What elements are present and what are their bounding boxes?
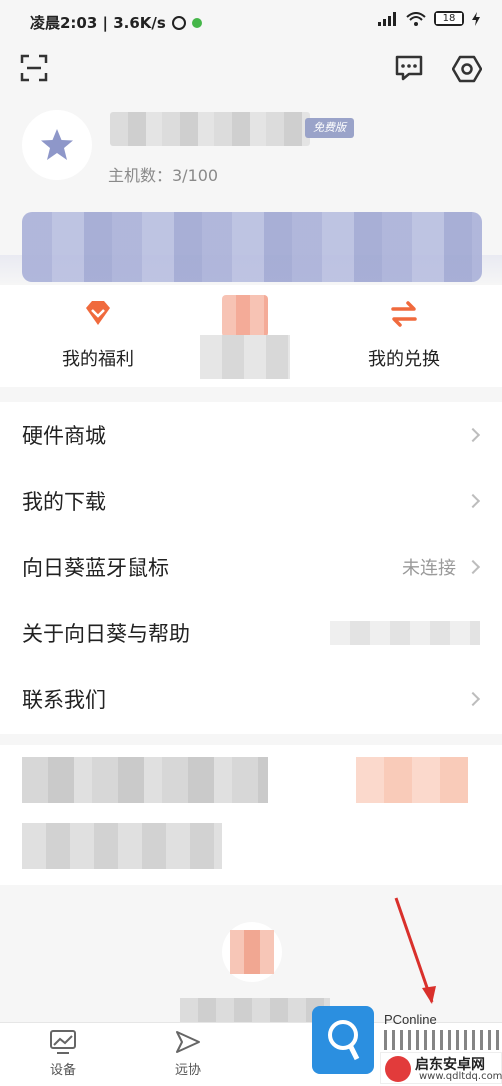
promo-subtitle-blurred <box>22 823 222 869</box>
chevron-right-icon <box>465 427 481 443</box>
quick-actions-panel: 我的福利 我的兑换 <box>0 285 502 387</box>
diamond-icon <box>86 301 110 325</box>
center-tab-button[interactable] <box>222 922 282 982</box>
alarm-icon <box>171 15 186 30</box>
version-info-blurred <box>330 621 480 645</box>
annotation-arrow-icon <box>394 897 436 1004</box>
magnifier-icon <box>328 1020 360 1061</box>
settings-menu: 硬件商城 我的下载 向日葵蓝牙鼠标 未连接 关于向日葵与帮助 联系我们 <box>0 402 502 734</box>
status-right: 18 <box>378 11 480 26</box>
promo-title-blurred <box>22 757 268 803</box>
menu-item-label: 关于向日葵与帮助 <box>22 622 190 646</box>
exchange-icon <box>391 301 417 327</box>
star-icon <box>41 129 73 160</box>
menu-item-bluetooth-mouse[interactable]: 向日葵蓝牙鼠标 未连接 <box>0 534 502 600</box>
chevron-right-icon <box>465 493 481 509</box>
tab-remote-label: 远协 <box>174 1063 201 1078</box>
connection-status: 未连接 <box>402 558 456 579</box>
menu-item-about-help[interactable]: 关于向日葵与帮助 <box>0 600 502 666</box>
menu-item-label: 联系我们 <box>22 688 106 712</box>
charging-icon <box>472 11 480 26</box>
promo-section-blurred <box>0 745 502 885</box>
battery-icon: 18 <box>434 11 464 26</box>
site-logo-icon <box>385 1056 411 1082</box>
status-time-speed: 凌晨2:03 | 3.6K/s <box>30 14 166 32</box>
profile-page: 凌晨2:03 | 3.6K/s 18 免费版 主机数：3/100 我的福利 我的… <box>0 0 502 1086</box>
center-promo-label-blurred <box>200 335 290 379</box>
username-blurred <box>110 112 310 146</box>
message-icon[interactable] <box>395 54 423 82</box>
signal-icon <box>378 11 396 26</box>
my-welfare-label: 我的福利 <box>62 349 134 370</box>
membership-banner-blurred[interactable] <box>22 212 482 282</box>
scan-icon[interactable] <box>20 54 48 82</box>
promo-image-blurred <box>356 757 468 803</box>
site-watermark: 启东安卓网 www.qdltdq.com <box>380 1052 502 1084</box>
chevron-right-icon <box>465 559 481 575</box>
menu-item-label: 向日葵蓝牙鼠标 <box>22 556 169 580</box>
chevron-right-icon <box>465 691 481 707</box>
my-welfare-button[interactable]: 我的福利 <box>18 297 178 371</box>
menu-item-label: 我的下载 <box>22 490 106 514</box>
tab-devices[interactable]: 设备 <box>23 1029 103 1078</box>
devices-icon <box>50 1030 76 1054</box>
pconline-text: PConline <box>384 1012 437 1027</box>
tab-devices-label: 设备 <box>49 1063 76 1078</box>
site-url: www.qdltdq.com <box>419 1071 502 1082</box>
plan-badge: 免费版 <box>305 118 354 138</box>
menu-item-hardware-store[interactable]: 硬件商城 <box>0 402 502 468</box>
avatar[interactable] <box>22 110 92 180</box>
menu-item-label: 硬件商城 <box>22 424 106 448</box>
host-count: 主机数：3/100 <box>108 166 219 185</box>
gear-icon[interactable] <box>452 54 482 84</box>
tab-remote-assist[interactable]: 远协 <box>148 1029 228 1078</box>
bottom-text-blurred <box>180 998 330 1022</box>
pconline-logo <box>312 1006 374 1074</box>
remote-assist-icon <box>176 1031 200 1053</box>
battery-level: 18 <box>436 13 462 24</box>
pconline-strip <box>384 1030 502 1050</box>
center-tab-icon-blurred <box>230 930 274 974</box>
center-promo-blurred <box>222 295 268 337</box>
status-left: 凌晨2:03 | 3.6K/s <box>30 12 202 33</box>
notification-dot-icon <box>191 17 202 28</box>
wifi-icon <box>406 11 426 26</box>
menu-item-my-downloads[interactable]: 我的下载 <box>0 468 502 534</box>
my-exchange-button[interactable]: 我的兑换 <box>324 297 484 371</box>
my-exchange-label: 我的兑换 <box>368 349 440 370</box>
menu-item-contact-us[interactable]: 联系我们 <box>0 666 502 732</box>
status-bar: 凌晨2:03 | 3.6K/s 18 <box>0 0 502 44</box>
